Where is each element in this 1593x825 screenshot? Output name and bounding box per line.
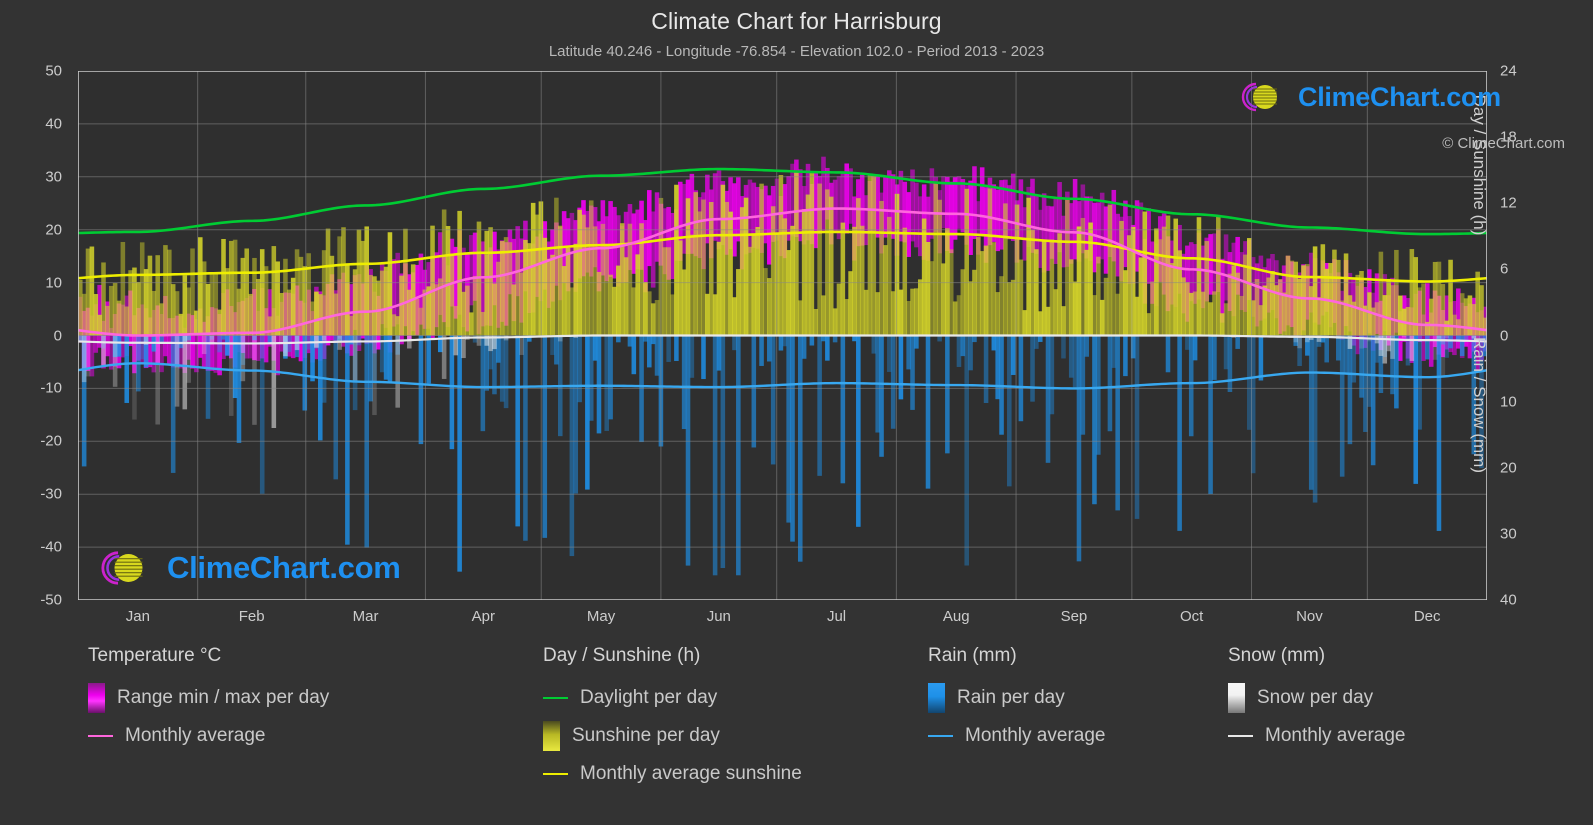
y-axis-left-tick: 40 (45, 115, 62, 133)
page-title: Climate Chart for Harrisburg (651, 8, 942, 34)
legend-line-swatch (543, 697, 568, 699)
y-axis-left-tick: -50 (40, 591, 62, 609)
x-axis-tick-aug: Aug (942, 608, 970, 625)
legend-item-label: Range min / max per day (117, 687, 330, 708)
legend-group-temperature-c: Temperature °C Range min / max per day Mon… (88, 645, 329, 755)
x-axis-tick-jan: Jan (125, 608, 150, 625)
legend-group-rain-mm: Rain (mm) Rain per day Monthly average (928, 645, 1105, 755)
copyright-notice: © ClimeChart.com (1442, 135, 1565, 152)
y-axis-right-bottom-tick: 40 (1500, 591, 1517, 609)
legend-item[interactable]: Monthly average (88, 717, 329, 755)
x-axis-tick-oct: Oct (1180, 608, 1204, 625)
legend-item[interactable]: Snow per day (1228, 679, 1405, 717)
x-axis-tick-may: May (586, 608, 616, 625)
x-axis-tick-nov: Nov (1296, 608, 1323, 625)
legend-item[interactable]: Daylight per day (543, 679, 802, 717)
legend-item[interactable]: Monthly average sunshine (543, 755, 802, 793)
page-subtitle: Latitude 40.246 - Longitude -76.854 - El… (548, 43, 1045, 60)
plot-area (78, 71, 1487, 600)
legend-group-title: Day / Sunshine (h) (543, 645, 701, 666)
y-axis-left-tick: -20 (40, 432, 62, 450)
legend-item[interactable]: Monthly average (928, 717, 1105, 755)
legend-gradient-swatch (88, 683, 105, 713)
y-axis-right-top-tick: 12 (1500, 194, 1517, 212)
legend-item-label: Rain per day (957, 687, 1065, 708)
climate-chart-page: Climate Chart for Harrisburg Latitude 40… (0, 0, 1593, 825)
legend-group-snow-mm: Snow (mm) Snow per day Monthly average (1228, 645, 1405, 755)
legend-item[interactable]: Monthly average (1228, 717, 1405, 755)
x-axis-tick-jul: Jul (826, 608, 847, 625)
clime-chart-logo-text: ClimeChart.com (167, 550, 401, 585)
legend-item-label: Monthly average (965, 725, 1106, 746)
y-axis-right-bottom-tick: 10 (1500, 393, 1517, 411)
legend-item-label: Monthly average (1265, 725, 1406, 746)
y-axis-left-tick: 50 (45, 62, 62, 80)
legend-gradient-swatch (1228, 683, 1245, 713)
legend-item[interactable]: Rain per day (928, 679, 1105, 717)
legend-gradient-swatch (928, 683, 945, 713)
legend-item[interactable]: Sunshine per day (543, 717, 802, 755)
legend-item-label: Monthly average sunshine (580, 763, 802, 784)
legend-line-swatch (88, 735, 113, 737)
y-axis-left-tick: -40 (40, 538, 62, 556)
climate-chart-svg (78, 71, 1487, 600)
clime-chart-logo-text: ClimeChart.com (1298, 81, 1501, 112)
legend-item-label: Monthly average (125, 725, 266, 746)
y-axis-left-tick: 0 (53, 327, 62, 344)
y-axis-right-top-tick: 0 (1500, 327, 1509, 344)
x-axis-tick-mar: Mar (352, 608, 379, 625)
y-axis-right-bottom-tick: 20 (1500, 459, 1517, 477)
y-axis-right-bottom-tick: 30 (1500, 525, 1517, 543)
y-axis-left-tick: 20 (45, 221, 62, 239)
x-axis-tick-apr: Apr (471, 608, 495, 625)
x-axis-tick-dec: Dec (1413, 608, 1441, 625)
legend-group-title: Temperature °C (88, 645, 222, 666)
clime-chart-logo-icon (1241, 82, 1277, 112)
legend-group-title: Snow (mm) (1228, 645, 1326, 666)
legend-line-swatch (543, 773, 568, 775)
y-axis-right-top-title: Day / Sunshine (h) (1470, 94, 1489, 236)
legend-item[interactable]: Range min / max per day (88, 679, 329, 717)
clime-chart-logo-icon (101, 551, 143, 585)
clime-chart-logo-bottom: ClimeChart.com (90, 548, 401, 588)
x-axis-tick-sep: Sep (1060, 608, 1088, 625)
legend-item-label: Sunshine per day (572, 725, 720, 746)
y-axis-right-bottom-title: Rain / Snow (mm) (1470, 336, 1489, 474)
legend-group-title: Rain (mm) (928, 645, 1017, 666)
y-axis-left-tick: -30 (40, 485, 62, 503)
clime-chart-logo-top: ClimeChart.com (1232, 80, 1501, 114)
y-axis-left-tick: 10 (45, 274, 62, 292)
legend-item-label: Daylight per day (580, 687, 718, 708)
y-axis-right-top-tick: 6 (1500, 260, 1509, 278)
y-axis-left-tick: -10 (40, 379, 62, 397)
y-axis-right-top-tick: 24 (1500, 62, 1517, 80)
legend-line-swatch (1228, 735, 1253, 737)
chart-legend: Temperature °C Range min / max per day Mon… (0, 645, 1593, 825)
legend-item-label: Snow per day (1257, 687, 1374, 708)
x-axis-tick-jun: Jun (706, 608, 731, 625)
x-axis-tick-feb: Feb (238, 608, 265, 625)
legend-group-day-sunshine-h: Day / Sunshine (h) Daylight per day Sunshi… (543, 645, 802, 793)
legend-line-swatch (928, 735, 953, 737)
y-axis-left-tick: 30 (45, 168, 62, 186)
legend-gradient-swatch (543, 721, 560, 751)
